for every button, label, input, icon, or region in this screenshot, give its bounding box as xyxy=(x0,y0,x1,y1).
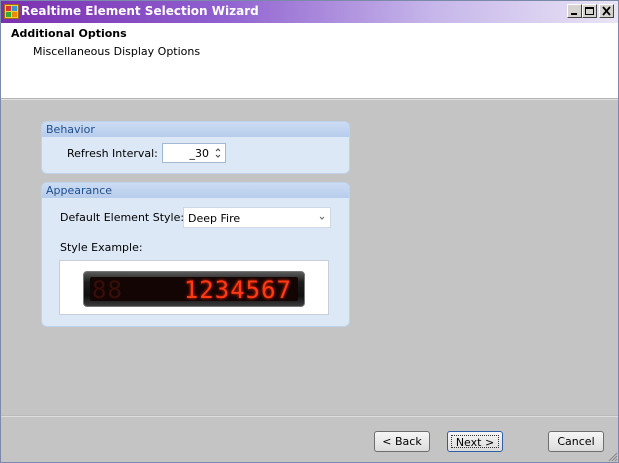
behavior-panel: Behavior Refresh Interval: _30 xyxy=(41,121,350,174)
led-display: 88 1234567 xyxy=(83,271,305,307)
page-title: Additional Options xyxy=(11,27,127,40)
default-style-value: Deep Fire xyxy=(188,212,241,225)
app-icon xyxy=(4,4,19,19)
led-digits: 1234567 xyxy=(183,276,292,304)
title-bar[interactable]: Realtime Element Selection Wizard xyxy=(1,1,618,23)
minimize-button[interactable] xyxy=(567,4,582,18)
chevron-down-icon[interactable] xyxy=(316,212,328,224)
next-button-label: Next > xyxy=(455,436,495,449)
window-title: Realtime Element Selection Wizard xyxy=(21,4,259,18)
maximize-button[interactable] xyxy=(582,4,597,18)
wizard-window: Realtime Element Selection Wizard Additi… xyxy=(0,0,619,463)
resize-grip-icon[interactable] xyxy=(606,450,618,462)
back-button-label: < Back xyxy=(382,435,422,448)
spin-arrows-icon[interactable] xyxy=(213,146,223,160)
led-ghost-digits: 88 xyxy=(92,276,123,304)
style-example-preview: 88 1234567 xyxy=(59,260,329,315)
footer-divider xyxy=(1,415,618,417)
refresh-interval-label: Refresh Interval: xyxy=(67,147,158,160)
close-icon xyxy=(602,6,611,16)
cancel-button[interactable]: Cancel xyxy=(548,431,604,452)
cancel-button-label: Cancel xyxy=(557,435,595,448)
minimize-icon xyxy=(571,13,577,15)
refresh-interval-value: _30 xyxy=(189,147,210,160)
default-style-label: Default Element Style: xyxy=(60,211,185,224)
appearance-heading: Appearance xyxy=(42,183,349,198)
behavior-heading: Behavior xyxy=(42,122,349,137)
page-subtitle: Miscellaneous Display Options xyxy=(33,45,201,58)
back-button[interactable]: < Back xyxy=(374,431,430,452)
led-screen: 88 1234567 xyxy=(90,276,298,304)
default-style-select[interactable]: Deep Fire xyxy=(183,207,331,228)
style-example-label: Style Example: xyxy=(60,241,143,254)
close-button[interactable] xyxy=(599,4,614,18)
refresh-interval-stepper[interactable]: _30 xyxy=(162,143,226,163)
appearance-panel: Appearance Default Element Style: Deep F… xyxy=(41,182,350,327)
next-button[interactable]: Next > xyxy=(447,431,503,452)
maximize-icon xyxy=(585,7,594,15)
header-divider xyxy=(1,98,618,100)
